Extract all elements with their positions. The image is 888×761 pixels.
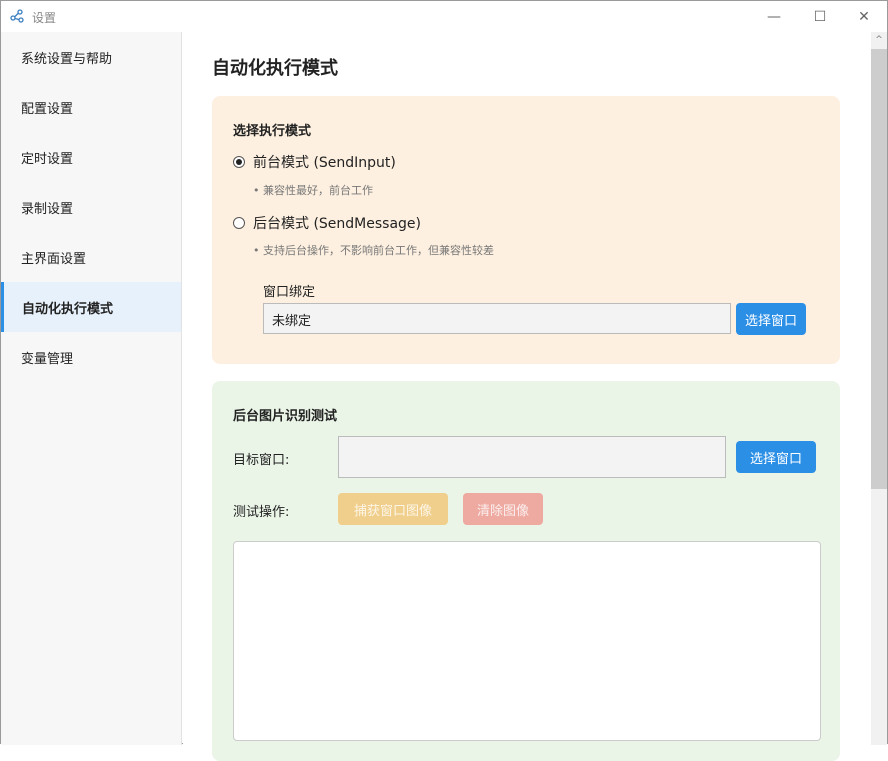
scrollbar-thumb[interactable] xyxy=(871,49,887,489)
close-button[interactable]: ✕ xyxy=(841,1,887,32)
execution-mode-card: 选择执行模式 前台模式 (SendInput) • 兼容性最好，前台工作 后台模… xyxy=(212,96,840,364)
maximize-button[interactable]: ☐ xyxy=(797,1,843,32)
capture-image-button[interactable]: 捕获窗口图像 xyxy=(338,493,448,525)
main-content: 自动化执行模式 选择执行模式 前台模式 (SendInput) • 兼容性最好，… xyxy=(183,32,871,761)
clear-image-button[interactable]: 清除图像 xyxy=(463,493,543,525)
radio-hint: • 兼容性最好，前台工作 xyxy=(253,184,373,197)
sidebar-item-recording[interactable]: 录制设置 xyxy=(1,182,181,232)
card-title: 后台图片识别测试 xyxy=(233,409,338,424)
select-window-button[interactable]: 选择窗口 xyxy=(736,303,806,335)
title-bar: 设置 — ☐ ✕ xyxy=(1,1,887,32)
window-title: 设置 xyxy=(32,11,57,25)
sidebar-item-variables[interactable]: 变量管理 xyxy=(1,332,181,382)
sidebar: 系统设置与帮助 配置设置 定时设置 录制设置 主界面设置 自动化执行模式 变量管… xyxy=(1,32,182,745)
card-title: 选择执行模式 xyxy=(233,124,312,139)
sidebar-item-config[interactable]: 配置设置 xyxy=(1,82,181,132)
radio-foreground[interactable]: 前台模式 (SendInput) xyxy=(233,152,396,172)
radio-unchecked-icon xyxy=(233,217,245,229)
page-title: 自动化执行模式 xyxy=(212,58,338,79)
vertical-scrollbar[interactable]: ^ xyxy=(871,32,887,745)
select-target-window-button[interactable]: 选择窗口 xyxy=(736,441,816,473)
radio-background[interactable]: 后台模式 (SendMessage) xyxy=(233,213,421,233)
radio-label: 后台模式 (SendMessage) xyxy=(253,216,421,232)
image-test-card: 后台图片识别测试 目标窗口: 选择窗口 测试操作: 捕获窗口图像 清除图像 xyxy=(212,381,840,761)
radio-label: 前台模式 (SendInput) xyxy=(253,155,396,171)
target-window-field[interactable] xyxy=(338,436,726,478)
image-preview-area xyxy=(233,541,821,741)
sidebar-item-main-ui[interactable]: 主界面设置 xyxy=(1,232,181,282)
target-window-label: 目标窗口: xyxy=(233,453,290,468)
sidebar-item-automation[interactable]: 自动化执行模式 xyxy=(1,282,181,332)
window-bind-field[interactable]: 未绑定 xyxy=(263,303,731,334)
window-bind-label: 窗口绑定 xyxy=(263,285,316,300)
sidebar-item-help[interactable]: 系统设置与帮助 xyxy=(1,32,181,82)
test-ops-label: 测试操作: xyxy=(233,505,290,520)
radio-hint: • 支持后台操作，不影响前台工作，但兼容性较差 xyxy=(253,244,494,257)
sidebar-item-schedule[interactable]: 定时设置 xyxy=(1,132,181,182)
minimize-button[interactable]: — xyxy=(751,1,797,32)
app-icon xyxy=(10,9,24,23)
radio-checked-icon xyxy=(233,156,245,168)
scroll-up-icon[interactable]: ^ xyxy=(871,32,887,49)
